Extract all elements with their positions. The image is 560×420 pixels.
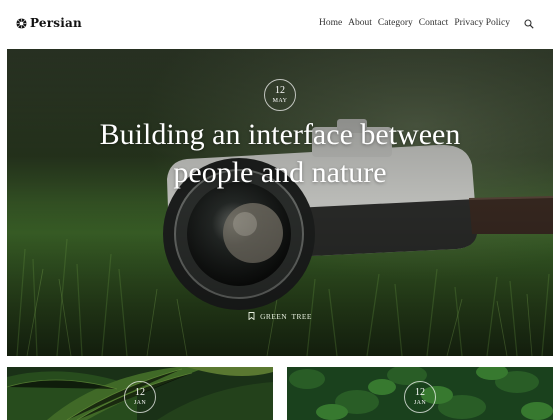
brand-name: Persian bbox=[30, 16, 82, 30]
post-card-2[interactable]: 12 JAN bbox=[287, 367, 553, 420]
hero-date-day: 12 bbox=[275, 85, 285, 96]
site-logo[interactable]: Persian bbox=[16, 16, 82, 30]
nav-about[interactable]: About bbox=[348, 18, 372, 28]
nav-home[interactable]: Home bbox=[319, 18, 342, 28]
hero-title-line-1: Building an interface between bbox=[99, 118, 461, 151]
hero-post[interactable]: 12 MAY Building an interface between peo… bbox=[7, 49, 553, 356]
card-2-date-badge: 12 JAN bbox=[404, 381, 436, 413]
hero-date-badge: 12 MAY bbox=[264, 79, 296, 111]
card-1-date-day: 12 bbox=[135, 387, 145, 398]
nav-privacy-policy[interactable]: Privacy Policy bbox=[454, 18, 510, 28]
post-card-1[interactable]: 12 JAN bbox=[7, 367, 273, 420]
sunflower-icon bbox=[16, 17, 27, 29]
nav-contact[interactable]: Contact bbox=[419, 18, 449, 28]
hero-category-tag[interactable]: GREEN TREE bbox=[7, 312, 553, 321]
hero-tag-label: GREEN TREE bbox=[260, 312, 312, 321]
hero-date-month: MAY bbox=[272, 98, 288, 104]
hero-title-line-2: people and nature bbox=[173, 156, 387, 189]
nav-category[interactable]: Category bbox=[378, 18, 413, 28]
card-1-date-badge: 12 JAN bbox=[124, 381, 156, 413]
search-icon[interactable] bbox=[524, 19, 534, 29]
card-2-date-month: JAN bbox=[413, 400, 427, 406]
hero-title[interactable]: Building an interface between people and… bbox=[47, 116, 513, 192]
site-header: Persian Home About Category Contact Priv… bbox=[0, 0, 560, 48]
card-2-date-day: 12 bbox=[415, 387, 425, 398]
card-1-date-month: JAN bbox=[133, 400, 147, 406]
bookmark-icon bbox=[248, 312, 255, 320]
main-nav: Home About Category Contact Privacy Poli… bbox=[319, 18, 510, 28]
